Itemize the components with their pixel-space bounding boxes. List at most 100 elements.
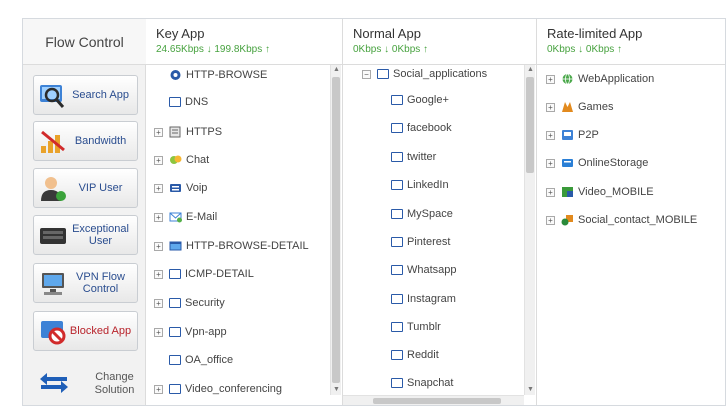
expand-toggle-icon[interactable]: + <box>546 102 555 112</box>
tree-item-http-browse[interactable]: HTTP-BROWSE <box>169 66 267 84</box>
vpn-flow-control-button[interactable]: VPN Flow Control <box>33 263 138 303</box>
p2p-icon <box>561 129 574 141</box>
key-app-speed: 24.65Kbps ↓ 199.8Kbps ↑ <box>156 44 270 55</box>
tree-item-security[interactable]: + Security <box>154 294 225 312</box>
change-solution-button[interactable]: Change Solution <box>23 361 146 405</box>
tree-item-http-browse-detail[interactable]: + HTTP-BROWSE-DETAIL <box>154 237 309 255</box>
vpn-flow-control-label: VPN Flow Control <box>76 271 125 295</box>
expand-toggle-icon[interactable]: + <box>154 127 163 137</box>
tree-item-vpn-app[interactable]: + Vpn-app <box>154 323 227 341</box>
tree-item-pinterest[interactable]: Pinterest <box>391 233 450 251</box>
tree-item-social-contact-mobile[interactable]: + Social_contact_MOBILE <box>546 211 697 229</box>
folder-icon <box>391 152 403 162</box>
tree-item-myspace[interactable]: MySpace <box>391 205 453 223</box>
rate-limited-app-speed: 0Kbps ↓ 0Kbps ↑ <box>547 44 623 55</box>
exceptional-user-button[interactable]: Exceptional User <box>33 215 138 255</box>
item-label: Snapchat <box>407 377 454 389</box>
blocked-app-label: Blocked App <box>69 325 132 337</box>
scroll-down-icon[interactable]: ▼ <box>331 385 342 395</box>
item-label: Reddit <box>407 349 439 361</box>
folder-icon <box>169 97 181 107</box>
item-label: HTTPS <box>186 126 223 138</box>
search-app-button[interactable]: Search App <box>33 75 138 115</box>
tree-item-reddit[interactable]: Reddit <box>391 346 439 364</box>
video-icon <box>561 186 574 198</box>
expand-toggle-icon[interactable]: + <box>546 74 555 84</box>
expand-toggle-icon[interactable]: + <box>546 158 555 168</box>
tree-item-facebook[interactable]: facebook <box>391 119 452 137</box>
mail-icon <box>169 211 182 223</box>
tree-item-instagram[interactable]: Instagram <box>391 290 456 308</box>
expand-toggle-icon[interactable]: + <box>154 155 163 165</box>
tree-item-tumblr[interactable]: Tumblr <box>391 318 441 336</box>
expand-toggle-icon[interactable]: − <box>362 69 371 79</box>
expand-toggle-icon[interactable]: + <box>154 183 163 193</box>
key-app-scrollbar[interactable]: ▲ ▼ <box>330 65 341 395</box>
item-label: OA_office <box>185 354 234 366</box>
tree-item-https[interactable]: + HTTPS <box>154 123 222 141</box>
vip-user-icon <box>38 173 68 203</box>
tree-item-p2p[interactable]: + P2P <box>546 126 599 144</box>
scroll-up-icon[interactable]: ▲ <box>331 65 342 75</box>
expand-toggle-icon[interactable]: + <box>154 269 163 279</box>
rate-limited-app-title: Rate-limited App <box>547 26 643 41</box>
folder-icon <box>391 294 403 304</box>
expand-toggle-icon[interactable]: + <box>546 130 555 140</box>
blocked-app-button[interactable]: Blocked App <box>33 311 138 351</box>
expand-toggle-icon[interactable]: + <box>154 241 163 251</box>
normal-app-title: Normal App <box>353 26 421 41</box>
key-app-scroll-thumb[interactable] <box>332 77 340 383</box>
bandwidth-label: Bandwidth <box>74 135 127 147</box>
item-label: Voip <box>186 182 208 194</box>
bandwidth-button[interactable]: Bandwidth <box>33 121 138 161</box>
folder-icon <box>377 69 389 79</box>
normal-app-scrollbar[interactable]: ▲ ▼ <box>524 65 535 395</box>
tree-item-google-[interactable]: Google+ <box>391 91 449 109</box>
exceptional-user-label: Exceptional User <box>72 223 129 247</box>
expand-toggle-icon[interactable]: + <box>154 298 163 308</box>
expand-toggle-icon[interactable]: + <box>154 212 163 222</box>
folder-icon <box>391 350 403 360</box>
expand-toggle-icon[interactable]: + <box>546 215 555 225</box>
normal-app-hscrollbar[interactable] <box>343 395 524 405</box>
tree-item-video-conferencing[interactable]: + Video_conferencing <box>154 380 282 398</box>
key-app-column: Key App 24.65Kbps ↓ 199.8Kbps ↑ HTTP-BRO… <box>146 19 342 405</box>
expand-toggle-icon[interactable]: + <box>154 384 163 394</box>
item-label: DNS <box>185 96 209 108</box>
tree-item-voip[interactable]: + Voip <box>154 179 207 197</box>
tree-item-icmp-detail[interactable]: + ICMP-DETAIL <box>154 265 254 283</box>
sidebar-title: Flow Control <box>23 19 146 65</box>
tree-group-social-applications[interactable]: − Social_applications <box>362 65 487 83</box>
vip-user-button[interactable]: VIP User <box>33 168 138 208</box>
scroll-down-icon[interactable]: ▼ <box>525 385 536 395</box>
search-app-label: Search App <box>72 89 129 101</box>
search-app-icon <box>38 80 68 110</box>
tree-item-snapchat[interactable]: Snapchat <box>391 374 453 392</box>
normal-app-list: − Social_applications Google+ facebook twitt… <box>343 65 536 405</box>
sidebar: Flow Control Search App Bandwidth VIP Us… <box>23 19 146 405</box>
item-label: HTTP-BROWSE-DETAIL <box>186 240 309 252</box>
voip-icon <box>169 182 182 194</box>
tree-item-e-mail[interactable]: + E-Mail <box>154 208 217 226</box>
tree-item-twitter[interactable]: twitter <box>391 148 436 166</box>
folder-icon <box>169 269 181 279</box>
tree-item-whatsapp[interactable]: Whatsapp <box>391 261 457 279</box>
item-label: MySpace <box>407 208 453 220</box>
expand-toggle-icon[interactable]: + <box>154 327 163 337</box>
tree-item-linkedin[interactable]: LinkedIn <box>391 176 449 194</box>
storage-icon <box>561 157 574 169</box>
tree-item-webapplication[interactable]: + WebApplication <box>546 70 654 88</box>
tree-item-dns[interactable]: DNS <box>169 93 208 111</box>
normal-app-hscroll-thumb[interactable] <box>373 398 501 404</box>
normal-app-scroll-thumb[interactable] <box>526 77 534 173</box>
tree-item-onlinestorage[interactable]: + OnlineStorage <box>546 154 648 172</box>
expand-toggle-icon[interactable]: + <box>546 187 555 197</box>
tree-item-video-mobile[interactable]: + Video_MOBILE <box>546 183 654 201</box>
folder-icon <box>391 209 403 219</box>
chat-icon <box>169 154 182 166</box>
tree-item-chat[interactable]: + Chat <box>154 151 209 169</box>
tree-item-games[interactable]: + Games <box>546 98 613 116</box>
tree-item-oa-office[interactable]: OA_office <box>169 351 233 369</box>
folder-icon <box>391 95 403 105</box>
scroll-up-icon[interactable]: ▲ <box>525 65 536 75</box>
